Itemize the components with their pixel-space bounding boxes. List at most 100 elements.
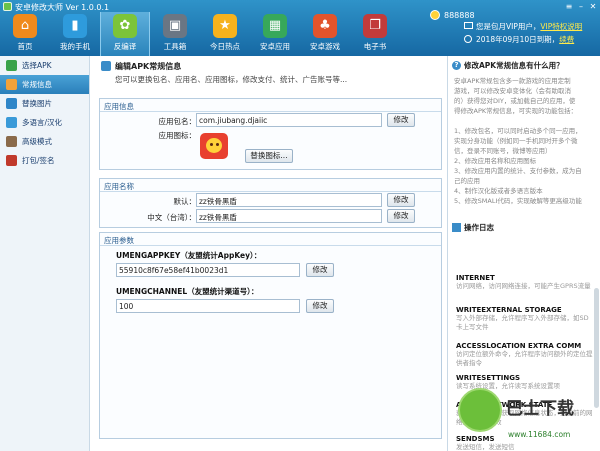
log-header: 操作日志 [452,222,494,233]
page-header: 编辑APK常规信息 您可以更换包名、应用名、应用图标，修改支付、统计、广告账号等… [91,56,446,90]
app-logo-icon [3,2,12,11]
expire-status: 2018年09月10日到期，续费 [476,34,574,45]
app-name-section: 应用名称 默认： zz铁骨黑盾 修改 中文（台湾）： zz铁骨黑盾 修改 [99,178,442,228]
help-line: 安卓APK常规包含多一款游戏的应用定制 [454,77,571,85]
expire-text: 2018年09月10日到期， [476,35,560,44]
umeng-appkey-input[interactable]: 55910c8f67e58ef41b0023d1 [116,263,300,277]
umeng-channel-label: UMENGCHANNEL（友盟统计渠道号）： [116,287,259,296]
help-line: 2、修改应用名称和应用图标 [454,157,537,165]
permission-desc: 访问定位额外命令，允许程序访问额外的定位提供者指令 [456,350,593,367]
toolbar-item-3[interactable]: ▣ 工具箱 [150,12,200,56]
vip-mail-icon [464,22,473,29]
toolbar-label: 安卓游戏 [310,42,340,51]
sidebar-item-label: 替换图片 [22,99,52,108]
renew-link[interactable]: 续费 [559,35,574,44]
phone-icon: ▮ [63,14,87,38]
tw-name-input[interactable]: zz铁骨黑盾 [196,209,382,223]
watermark-url: www.11684.com [508,430,571,439]
sidebar: 选择APK 常规信息替换图片多语言/汉化高级模式打包/签名 [0,56,90,451]
permission-item: INTERNET 访问网络，访问网络连接，可能产生GPRS流量 [456,274,594,291]
change-icon-button[interactable]: 替换图标... [245,149,293,163]
page-description: 您可以更换包名、应用名、应用图标，修改支付、统计、广告账号等... [115,75,348,84]
permission-name: WRITESETTINGS [456,374,521,382]
android-icon: ✿ [113,14,137,38]
gamepad-icon: ♣ [313,14,337,38]
umeng-appkey-label: UMENGAPPKEY（友盟统计AppKey）： [116,251,262,260]
close-icon[interactable]: ✕ [588,2,598,11]
globe-icon [6,117,17,128]
menu-icon[interactable]: ≡ [564,2,574,11]
help-line: 游戏，可以修改安卓变体化（会有助取消 [454,87,571,95]
toolbar-item-1[interactable]: ▮ 我的手机 [50,12,100,56]
icon-label: 应用图标： [158,131,197,140]
main-toolbar: ⌂ 首页 ▮ 我的手机 ✿ 反编译 ▣ 工具箱 ★ 今日热点 ▦ 安卓应用 ♣ 安卓游戏 ❐ 电子书 [0,12,400,56]
toolbar-label: 工具箱 [163,42,187,51]
permission-name: WRITEEXTERNAL STORAGE [456,306,562,314]
permission-item: WRITEEXTERNAL STORAGE 写入外部存储，允许程序写入外部存储，如… [456,306,594,332]
toolbar-item-5[interactable]: ▦ 安卓应用 [250,12,300,56]
edit-icon [101,61,111,71]
log-title: 操作日志 [464,223,494,232]
toolbar-item-7[interactable]: ❐ 电子书 [350,12,400,56]
clock-icon [464,35,472,43]
help-line: 得修改APK常规信息，可实现的功能包括： [454,107,578,115]
help-line [454,116,594,126]
home-icon: ⌂ [13,14,37,38]
tools-icon [6,136,17,147]
info-icon [6,79,17,90]
sidebar-item-3[interactable]: 多语言/汉化 [0,113,89,132]
tw-name-modify-button[interactable]: 修改 [387,209,415,223]
site-watermark: 巴士下载 www.11684.com [452,384,600,451]
package-input[interactable]: com.jiubang.djaiic [196,113,382,127]
sidebar-item-0[interactable]: 选择APK [0,56,89,75]
default-name-modify-button[interactable]: 修改 [387,193,415,207]
help-line: 己的应用 [454,177,480,185]
umeng-channel-modify-button[interactable]: 修改 [306,299,334,313]
sidebar-item-label: 高级模式 [22,137,52,146]
help-line: 的）获得您对DIY，或加载自己的应用，使 [454,97,576,105]
permission-name: INTERNET [456,274,495,282]
help-line: 5、修改SMALI代码，实现破解等更高级功能 [454,197,582,205]
default-name-input[interactable]: zz铁骨黑盾 [196,193,382,207]
app-params-section: 应用参数 UMENGAPPKEY（友盟统计AppKey）： 55910c8f67… [99,232,442,439]
app-info-section: 应用信息 应用包名： com.jiubang.djaiic 修改 应用图标： 替… [99,98,442,170]
toolbar-label: 电子书 [363,42,387,51]
toolbar-label: 首页 [17,42,33,51]
sidebar-item-label: 选择APK [22,61,52,70]
watermark-logo-icon [458,388,502,432]
window-controls: ≡ – ✕ [564,2,598,11]
package-label: 应用包名： [158,117,197,126]
toolbar-item-6[interactable]: ♣ 安卓游戏 [300,12,350,56]
avatar[interactable] [430,10,440,20]
toolbar-label: 反编译 [113,42,137,51]
account-panel: 888888 您是包月VIP用户，VIP特权说明 2018年09月10日到期，续… [430,6,598,52]
toolbar-item-2[interactable]: ✿ 反编译 [100,12,150,56]
vip-status: 您是包月VIP用户，VIP特权说明 [476,21,582,32]
toolbar-item-0[interactable]: ⌂ 首页 [0,12,50,56]
ebook-icon: ❐ [363,14,387,38]
vip-privilege-link[interactable]: VIP特权说明 [540,22,582,31]
app-header: 安卓修改大师 Ver 1.0.0.1 ⌂ 首页 ▮ 我的手机 ✿ 反编译 ▣ 工具箱 ★ 今日热点… [0,0,600,56]
section-divider [100,245,441,246]
watermark-text: 巴士下载 [506,399,574,419]
sidebar-item-4[interactable]: 高级模式 [0,132,89,151]
account-username: 888888 [444,11,475,20]
permission-name: ACCESSLOCATION EXTRA COMM [456,342,582,350]
help-line: 4、制作汉化版或者多语言版本 [454,187,543,195]
help-title: 修改APK常规信息有什么用？ [464,61,564,70]
log-icon [452,223,461,232]
umeng-appkey-modify-button[interactable]: 修改 [306,263,334,277]
toolbox-icon: ▣ [163,14,187,38]
sidebar-item-2[interactable]: 替换图片 [0,94,89,113]
section-divider [100,111,441,112]
umeng-channel-input[interactable]: 100 [116,299,300,313]
sidebar-item-5[interactable]: 打包/签名 [0,151,89,170]
toolbar-item-4[interactable]: ★ 今日热点 [200,12,250,56]
help-line: 3、修改应用内置的统计、支付参数，成为自 [454,167,582,175]
toolbar-label: 我的手机 [60,42,90,51]
package-modify-button[interactable]: 修改 [387,113,415,127]
package-icon [6,155,17,166]
minimize-icon[interactable]: – [576,2,586,11]
sidebar-item-1[interactable]: 常规信息 [0,75,89,94]
sidebar-item-label: 打包/签名 [22,156,55,165]
